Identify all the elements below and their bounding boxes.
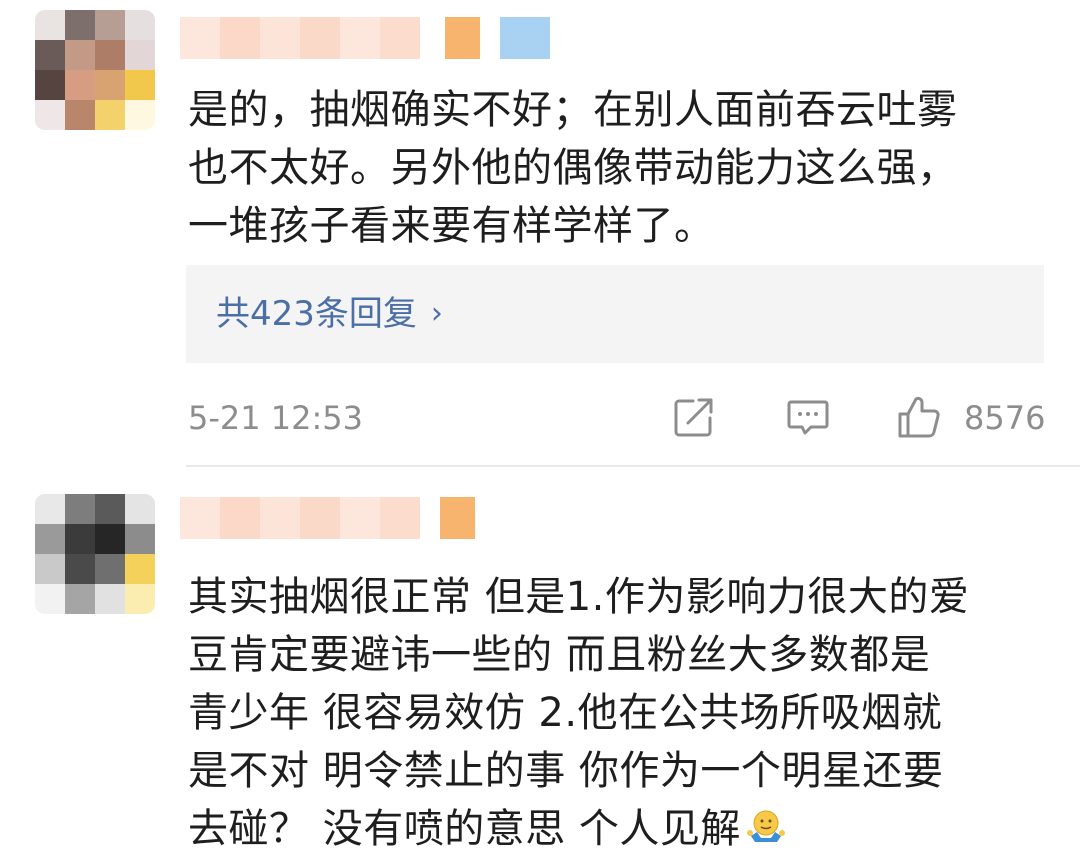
comment-line-last: 去碰？ 没有喷的意思 个人见解 <box>188 800 1058 858</box>
comment-line: 青少年 很容易效仿 2.他在公共场所吸烟就 <box>188 690 943 736</box>
timestamp: 5-21 12:53 <box>188 399 364 437</box>
comment-text: 其实抽烟很正常 但是1.作为影响力很大的爱 豆肯定要避讳一些的 而且粉丝大多数都… <box>188 568 1058 858</box>
share-icon[interactable] <box>671 394 717 440</box>
like-icon[interactable] <box>896 394 942 440</box>
replies-box[interactable]: 共423条回复 › <box>186 265 1044 363</box>
username-blurred[interactable] <box>180 17 550 59</box>
comment-line: 其实抽烟很正常 但是1.作为影响力很大的爱 <box>188 574 970 620</box>
comment-line: 是不对 明令禁止的事 你作为一个明星还要 <box>188 748 944 794</box>
replies-count-label: 共423条回复 <box>216 294 417 334</box>
chevron-right-icon: › <box>430 296 443 331</box>
like-count: 8576 <box>964 399 1046 437</box>
shrug-emoji-icon <box>746 810 785 842</box>
comment-line: 豆肯定要避讳一些的 而且粉丝大多数都是 <box>188 632 931 678</box>
comment-line: 去碰？ 没有喷的意思 个人见解 <box>188 806 741 852</box>
view-replies-link[interactable]: 共423条回复 › <box>216 291 443 337</box>
comment-line: 也不太好。另外他的偶像带动能力这么强， <box>188 145 958 191</box>
comment-line: 一堆孩子看来要有样学样了。 <box>188 203 715 249</box>
comment-text: 是的，抽烟确实不好；在别人面前吞云吐雾 也不太好。另外他的偶像带动能力这么强， … <box>188 81 1058 255</box>
avatar[interactable] <box>35 10 155 130</box>
avatar[interactable] <box>35 494 155 614</box>
username-blurred[interactable] <box>180 497 475 539</box>
comment-footer: 5-21 12:53 8576 <box>0 390 1080 450</box>
comment-icon[interactable] <box>785 394 831 440</box>
comment-item: 其实抽烟很正常 但是1.作为影响力很大的爱 豆肯定要避讳一些的 而且粉丝大多数都… <box>0 467 1080 852</box>
comment-line: 是的，抽烟确实不好；在别人面前吞云吐雾 <box>188 87 958 133</box>
comment-item: 是的，抽烟确实不好；在别人面前吞云吐雾 也不太好。另外他的偶像带动能力这么强， … <box>0 0 1080 466</box>
